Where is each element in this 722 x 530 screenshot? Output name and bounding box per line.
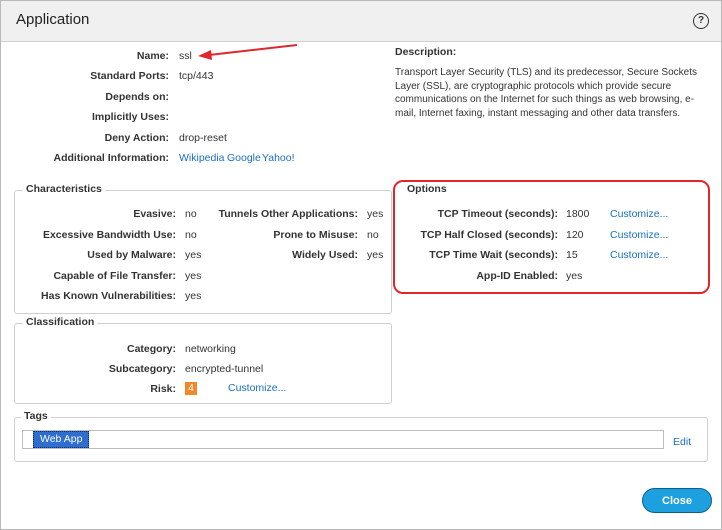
excessive-bandwidth-label: Excessive Bandwidth Use: bbox=[42, 229, 176, 241]
tcp-half-closed-label: TCP Half Closed (seconds): bbox=[420, 229, 559, 241]
used-by-malware-value: yes bbox=[185, 249, 202, 261]
classification-legend: Classification bbox=[23, 316, 98, 328]
description-label: Description: bbox=[395, 46, 457, 58]
tags-input[interactable]: Web App bbox=[22, 430, 664, 449]
characteristics-legend: Characteristics bbox=[23, 183, 105, 195]
risk-badge: 4 bbox=[185, 382, 197, 395]
file-transfer-label: Capable of File Transfer: bbox=[53, 270, 176, 282]
risk-label: Risk: bbox=[150, 383, 176, 395]
excessive-bandwidth-value: no bbox=[185, 229, 197, 241]
known-vulnerabilities-value: yes bbox=[185, 290, 202, 302]
wikipedia-link[interactable]: Wikipedia bbox=[179, 152, 225, 164]
app-id-enabled-label: App-ID Enabled: bbox=[476, 270, 558, 282]
risk-customize-link[interactable]: Customize... bbox=[228, 382, 286, 394]
tcp-timeout-customize-link[interactable]: Customize... bbox=[610, 208, 668, 220]
tags-legend: Tags bbox=[21, 410, 51, 422]
tunnels-other-apps-label: Tunnels Other Applications: bbox=[218, 208, 358, 220]
deny-action-value: drop-reset bbox=[179, 132, 227, 144]
prone-to-misuse-label: Prone to Misuse: bbox=[273, 229, 358, 241]
dialog-titlebar: Application ? bbox=[1, 1, 721, 42]
widely-used-value: yes bbox=[367, 249, 384, 261]
deny-action-label: Deny Action: bbox=[104, 132, 169, 144]
tags-edit-link[interactable]: Edit bbox=[673, 436, 691, 448]
google-link[interactable]: Google bbox=[227, 152, 261, 164]
subcategory-label: Subcategory: bbox=[108, 363, 176, 375]
tcp-time-wait-customize-link[interactable]: Customize... bbox=[610, 249, 668, 261]
known-vulnerabilities-label: Has Known Vulnerabilities: bbox=[41, 290, 176, 302]
subcategory-value: encrypted-tunnel bbox=[185, 363, 264, 375]
used-by-malware-label: Used by Malware: bbox=[87, 249, 176, 261]
depends-on-label: Depends on: bbox=[105, 91, 169, 103]
implicitly-uses-label: Implicitly Uses: bbox=[91, 111, 169, 123]
evasive-label: Evasive: bbox=[133, 208, 176, 220]
close-button[interactable]: Close bbox=[642, 488, 712, 513]
evasive-value: no bbox=[185, 208, 197, 220]
yahoo-link[interactable]: Yahoo! bbox=[262, 152, 295, 164]
dialog-title: Application bbox=[16, 11, 90, 28]
tunnels-other-apps-value: yes bbox=[367, 208, 384, 220]
red-arrow-icon bbox=[198, 44, 298, 60]
tcp-time-wait-label: TCP Time Wait (seconds): bbox=[429, 249, 558, 261]
widely-used-label: Widely Used: bbox=[292, 249, 358, 261]
additional-info-label: Additional Information: bbox=[53, 152, 170, 164]
tcp-timeout-value: 1800 bbox=[566, 208, 590, 220]
tcp-half-closed-customize-link[interactable]: Customize... bbox=[610, 229, 668, 241]
file-transfer-value: yes bbox=[185, 270, 202, 282]
category-value: networking bbox=[185, 343, 236, 355]
category-label: Category: bbox=[126, 343, 176, 355]
help-icon[interactable]: ? bbox=[693, 13, 709, 29]
prone-to-misuse-value: no bbox=[367, 229, 379, 241]
tag-chip[interactable]: Web App bbox=[33, 431, 90, 448]
tcp-time-wait-value: 15 bbox=[566, 249, 578, 261]
name-value: ssl bbox=[179, 50, 192, 62]
tcp-timeout-label: TCP Timeout (seconds): bbox=[437, 208, 558, 220]
description-text: Transport Layer Security (TLS) and its p… bbox=[395, 67, 697, 119]
app-id-enabled-value: yes bbox=[566, 270, 583, 282]
name-label: Name: bbox=[136, 50, 169, 62]
standard-ports-value: tcp/443 bbox=[179, 70, 214, 82]
tcp-half-closed-value: 120 bbox=[566, 229, 584, 241]
standard-ports-label: Standard Ports: bbox=[90, 70, 169, 82]
